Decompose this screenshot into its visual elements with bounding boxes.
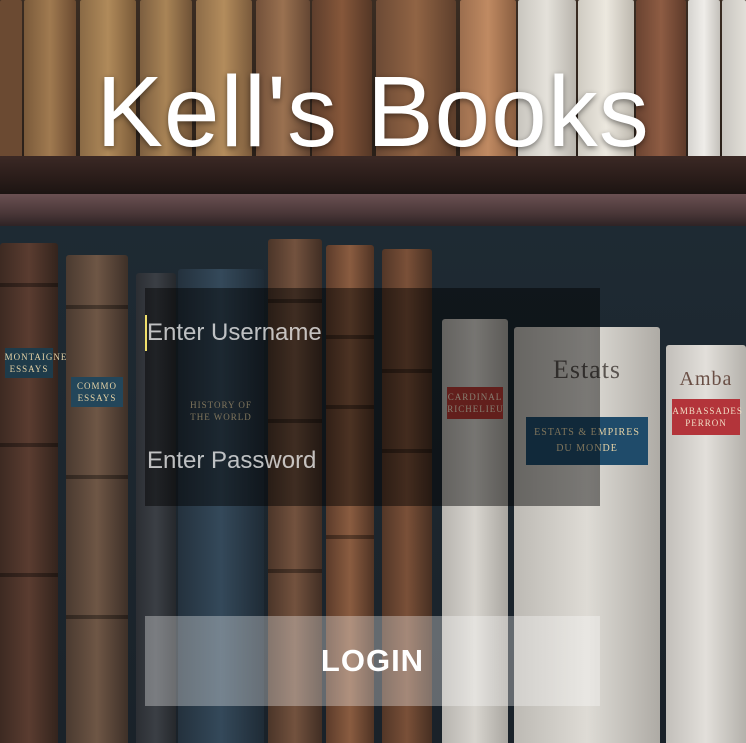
password-input[interactable] (145, 416, 600, 506)
spine-label: MONTAIGNE ESSAYS (4, 348, 66, 378)
login-form (145, 288, 600, 506)
login-screen: MONTAIGNE ESSAYS COMMO ESSAYS HISTORY OF… (0, 0, 746, 743)
text-cursor (145, 315, 147, 351)
login-button[interactable]: LOGIN (145, 616, 600, 706)
spine-label: AMBASSADES PERRON (672, 399, 742, 435)
spine-label: Amba (679, 368, 733, 390)
shelf-lip (0, 194, 746, 226)
username-input[interactable] (145, 288, 600, 378)
app-title: Kell's Books (96, 56, 650, 168)
spine-label: COMMO ESSAYS (70, 377, 124, 407)
